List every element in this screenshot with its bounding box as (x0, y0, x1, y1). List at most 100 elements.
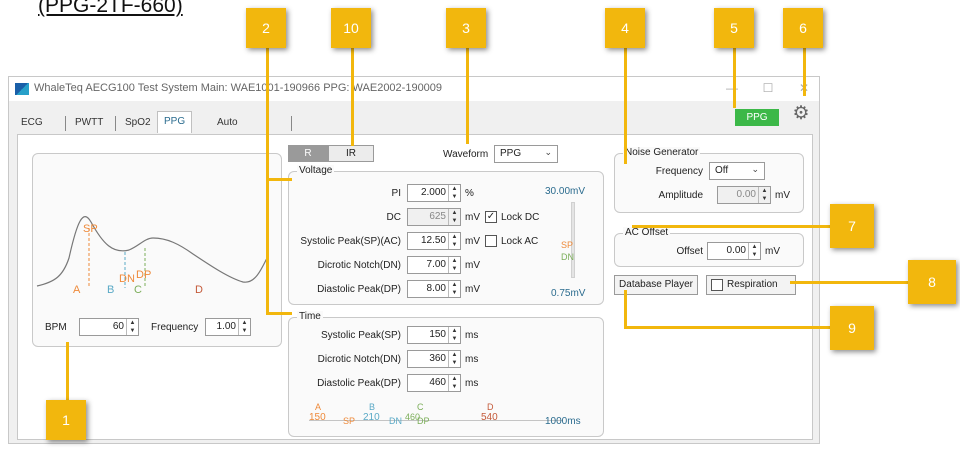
noise-amplitude-stepper[interactable]: 0.00 ▲ ▼ (717, 186, 771, 204)
callout-1-leader (66, 342, 69, 402)
dp-voltage-unit: mV (465, 284, 480, 295)
timeline-c-label: C (417, 402, 424, 412)
tab-ppg[interactable]: PPG (157, 111, 193, 133)
lock-dc-checkbox[interactable]: ✓ (485, 211, 497, 223)
ac-offset-label: Offset (676, 246, 704, 257)
timeline-sp-label: SP (343, 416, 356, 426)
callout-8-leader (790, 281, 910, 284)
lock-ac-label: Lock AC (501, 236, 539, 247)
pi-stepper[interactable]: 2.000 ▲ ▼ (407, 184, 461, 202)
callout-4: 4 (605, 8, 645, 48)
ppg-waveform-curve (36, 216, 268, 287)
dn-voltage-unit: mV (465, 260, 480, 271)
gear-icon[interactable]: ⚙ (791, 103, 811, 125)
pi-unit: % (465, 188, 474, 199)
timeline-a-label: A (315, 402, 322, 412)
dc-value: 625 (429, 211, 446, 222)
dn-time-stepper-arrows-icon[interactable]: ▲ ▼ (448, 351, 460, 367)
sp-ac-label: Systolic Peak(SP)(AC) (300, 236, 401, 247)
respiration-button[interactable]: Respiration (706, 275, 796, 295)
callout-5: 5 (714, 8, 754, 48)
bpm-stepper[interactable]: 60 ▲ ▼ (79, 318, 139, 336)
callout-7: 7 (830, 204, 874, 248)
maximize-button[interactable]: ☐ (757, 79, 779, 97)
voltage-group: Voltage PI 2.000 ▲ ▼ % DC 625 ▲ ▼ mV ✓ Loc… (288, 165, 604, 305)
noise-amplitude-value: 0.00 (736, 189, 756, 200)
sp-time-stepper[interactable]: 150 ▲ ▼ (407, 326, 461, 344)
window-title: WhaleTeq AECG100 Test System Main: WAE10… (34, 82, 443, 94)
bpm-stepper-arrows-icon[interactable]: ▲ ▼ (126, 319, 138, 335)
respiration-label: Respiration (727, 279, 778, 290)
dp-voltage-label: Diastolic Peak(DP) (317, 284, 401, 295)
ac-offset-stepper[interactable]: 0.00 ▲ ▼ (707, 242, 761, 260)
sp-ac-value: 12.50 (420, 235, 446, 246)
dc-unit: mV (465, 212, 480, 223)
waveform-label: Waveform (443, 149, 489, 160)
title-bar: WhaleTeq AECG100 Test System Main: WAE10… (9, 77, 819, 101)
dp-time-stepper-arrows-icon[interactable]: ▲ ▼ (448, 375, 460, 391)
minimize-button[interactable]: — (721, 79, 743, 97)
lock-ac-checkbox[interactable] (485, 235, 497, 247)
timeline-b-value: 210 (363, 412, 380, 423)
sp-time-label: Systolic Peak(SP) (320, 330, 401, 341)
app-logo-icon (15, 83, 29, 95)
sp-ac-stepper-arrows-icon[interactable]: ▲ ▼ (448, 233, 460, 249)
dn-voltage-stepper-arrows-icon[interactable]: ▲ ▼ (448, 257, 460, 273)
time-timeline: A 150 SP B 210 DN C 460 DP D 540 1000ms (305, 402, 595, 434)
timeline-dp-label: DP (417, 416, 430, 426)
waveform-preview-group: A SP B DN DP C D BPM 60 ▲ ▼ Frequency 1.0… (32, 153, 282, 347)
r-toggle-button[interactable]: R (288, 145, 328, 162)
marker-dp: DP (136, 269, 151, 281)
frequency-stepper[interactable]: 1.00 ▲ ▼ (205, 318, 251, 336)
noise-amplitude-label: Amplitude (658, 190, 703, 201)
ppg-output-button[interactable]: PPG (735, 109, 779, 126)
tab-auto-sequence[interactable]: Auto Sequence (211, 113, 268, 148)
timeline-b-label: B (369, 402, 376, 412)
callout-2: 2 (246, 8, 286, 48)
dn-time-value: 360 (429, 353, 446, 364)
pi-label: PI (391, 188, 401, 199)
ppg-panel: A SP B DN DP C D BPM 60 ▲ ▼ Frequency 1.0… (17, 134, 813, 440)
tab-spo2[interactable]: SpO2 (119, 113, 157, 133)
tab-separator (65, 116, 66, 131)
ppg-waveform-plot: A SP B DN DP C D (36, 216, 268, 296)
dn-time-stepper[interactable]: 360 ▲ ▼ (407, 350, 461, 368)
dp-time-stepper[interactable]: 460 ▲ ▼ (407, 374, 461, 392)
timeline-end: 1000ms (545, 416, 581, 427)
time-group: Time Systolic Peak(SP) 150 ▲ ▼ ms Dicroti… (288, 311, 604, 437)
tab-separator (291, 116, 292, 131)
callout-10-leader (351, 46, 354, 146)
marker-c: C (134, 284, 142, 296)
ir-toggle-button[interactable]: IR (328, 145, 374, 162)
ac-offset-unit: mV (765, 246, 780, 257)
ac-offset-group: AC Offset Offset 0.00 ▲ ▼ mV (614, 227, 804, 267)
pi-stepper-arrows-icon[interactable]: ▲ ▼ (448, 185, 460, 201)
marker-d: D (195, 284, 203, 296)
waveform-select[interactable]: PPG ⌄ (494, 145, 558, 163)
noise-generator-legend: Noise Generator (623, 147, 701, 158)
bpm-value: 60 (112, 321, 124, 332)
noise-frequency-value: Off (715, 165, 729, 176)
dn-time-unit: ms (465, 354, 479, 365)
sp-time-value: 150 (429, 329, 446, 340)
noise-frequency-select[interactable]: Off ⌄ (709, 162, 765, 180)
tab-pwtt[interactable]: PWTT (69, 113, 109, 133)
noise-amplitude-stepper-arrows-icon[interactable]: ▲ ▼ (758, 187, 770, 203)
dp-voltage-stepper-arrows-icon[interactable]: ▲ ▼ (448, 281, 460, 297)
callout-9-leader (624, 290, 627, 328)
tab-ecg[interactable]: ECG (15, 113, 49, 133)
callout-9-leader-h (624, 326, 834, 329)
dc-label: DC (386, 212, 401, 223)
frequency-stepper-arrows-icon[interactable]: ▲ ▼ (238, 319, 250, 335)
dn-voltage-stepper[interactable]: 7.00 ▲ ▼ (407, 256, 461, 274)
voltage-scale-max: 30.00mV (545, 186, 586, 197)
ac-offset-stepper-arrows-icon[interactable]: ▲ ▼ (748, 243, 760, 259)
dp-voltage-stepper[interactable]: 8.00 ▲ ▼ (407, 280, 461, 298)
dc-stepper-arrows-icon[interactable]: ▲ ▼ (448, 209, 460, 225)
dn-voltage-value: 7.00 (426, 259, 446, 270)
respiration-checkbox[interactable] (711, 279, 723, 291)
sp-ac-stepper[interactable]: 12.50 ▲ ▼ (407, 232, 461, 250)
dc-stepper[interactable]: 625 ▲ ▼ (407, 208, 461, 226)
sp-time-stepper-arrows-icon[interactable]: ▲ ▼ (448, 327, 460, 343)
dp-time-label: Diastolic Peak(DP) (317, 378, 401, 389)
